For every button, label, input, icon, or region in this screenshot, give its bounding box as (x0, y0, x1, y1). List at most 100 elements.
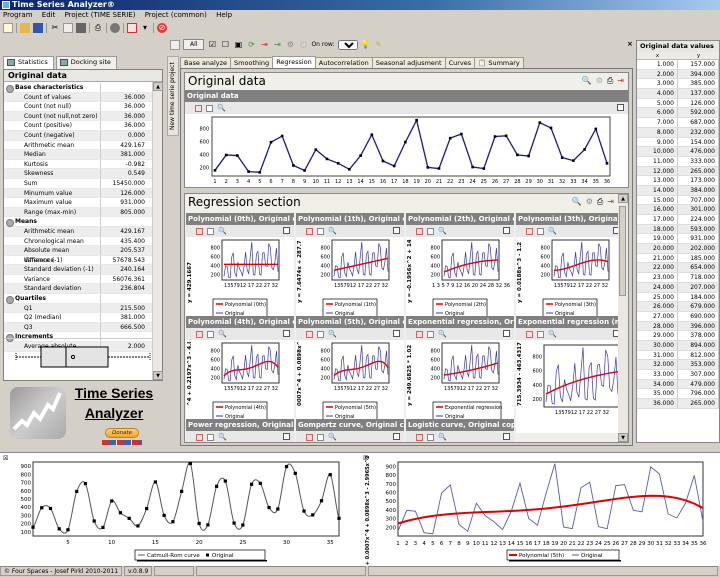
stats-row[interactable]: Range (max-min) 805.000 (4, 207, 153, 218)
zoom-icon[interactable]: 🔍 (328, 433, 337, 441)
table-row[interactable]: 8.000 232.000 (637, 127, 719, 138)
table-view-icon[interactable] (537, 330, 544, 338)
regression-scrollbar[interactable]: ▲ ▼ (618, 194, 628, 442)
cell-x[interactable]: 28.000 (637, 321, 678, 331)
chart-icon[interactable] (127, 23, 137, 33)
table-row[interactable]: 31.000 812.000 (637, 350, 719, 361)
cell-x[interactable]: 26.000 (637, 302, 678, 311)
cell-y[interactable]: 137.000 (678, 89, 719, 98)
cell-x[interactable]: 22.000 (637, 263, 678, 273)
cell-x[interactable]: 29.000 (637, 331, 678, 340)
stats-row[interactable]: Sum 15450.000 (4, 178, 153, 189)
stats-row[interactable]: Kurtosis -0.982 (4, 159, 153, 170)
cell-x[interactable]: 14.000 (637, 185, 678, 195)
select-checkbox[interactable] (393, 227, 400, 234)
table-row[interactable]: 10.000 476.000 (637, 147, 719, 157)
table-row[interactable]: 19.000 931.000 (637, 234, 719, 245)
cell-x[interactable]: 18.000 (637, 224, 678, 234)
cell-y[interactable]: 353.000 (678, 360, 719, 369)
add-row-icon[interactable]: ⇥ (272, 40, 282, 50)
table-view-icon[interactable] (207, 330, 214, 338)
table-row[interactable]: 12.000 265.000 (637, 166, 719, 177)
cell-y[interactable]: 593.000 (678, 224, 719, 234)
scroll-thumb[interactable] (619, 206, 626, 296)
table-row[interactable]: 14.000 384.000 (637, 185, 719, 196)
stats-row[interactable]: Count (not null,not zero) 36.000 (4, 111, 153, 122)
zoom-icon[interactable]: 🔍 (582, 76, 592, 86)
stats-group[interactable]: Means (4, 217, 153, 227)
cell-y[interactable]: 687.000 (678, 118, 719, 127)
table-row[interactable]: 25.000 184.000 (637, 292, 719, 303)
new-icon[interactable] (3, 23, 13, 33)
clean-icon[interactable]: ✎ (374, 40, 384, 50)
uncheck-all-icon[interactable]: ☐ (220, 40, 230, 50)
cut-icon[interactable]: ✂ (50, 23, 60, 33)
check-all-icon[interactable]: ☑ (207, 40, 217, 50)
menu-help[interactable]: Help (216, 11, 232, 19)
cell-y[interactable]: 384.000 (678, 185, 719, 195)
export-icon[interactable]: ⇥ (617, 76, 624, 86)
cell-y[interactable]: 202.000 (678, 244, 719, 253)
cell-x[interactable]: 8.000 (637, 127, 678, 137)
save-icon[interactable] (33, 23, 43, 33)
cell-x[interactable]: 23.000 (637, 273, 678, 282)
table-row[interactable]: 35.000 796.000 (637, 389, 719, 400)
on-row-select[interactable]: 4 (337, 39, 358, 50)
cell-y[interactable]: 184.000 (678, 292, 719, 302)
cell-x[interactable]: 17.000 (637, 215, 678, 224)
zoom-icon[interactable]: 🔍 (438, 433, 447, 441)
cell-x[interactable]: 33.000 (637, 370, 678, 379)
zoom-icon[interactable]: 🔍 (217, 104, 226, 112)
table-view-icon[interactable] (207, 227, 214, 235)
zoom-icon[interactable]: 🔍 (572, 197, 582, 207)
chart-view-icon[interactable] (306, 433, 313, 441)
cell-x[interactable]: 6.000 (637, 108, 678, 118)
tab-seasonal-adjusment[interactable]: Seasonal adjusment (371, 57, 446, 68)
cell-x[interactable]: 2.000 (637, 69, 678, 79)
bulb-icon[interactable]: 💡 (361, 40, 371, 50)
paste-icon[interactable] (76, 23, 86, 33)
table-row[interactable]: 33.000 307.000 (637, 370, 719, 380)
table-row[interactable]: 36.000 265.000 (637, 399, 719, 409)
cell-x[interactable]: 30.000 (637, 340, 678, 350)
select-checkbox[interactable] (503, 330, 510, 337)
tab-summary[interactable]: 📋 Summary (474, 57, 524, 68)
stats-row[interactable]: Skewness 0.549 (4, 169, 153, 179)
stats-row[interactable]: Maximum value 931.000 (4, 198, 153, 208)
stats-scrollbar[interactable]: ▲ ▼ (152, 82, 163, 380)
zoom-icon[interactable]: 🔍 (548, 227, 557, 235)
cell-x[interactable]: 11.000 (637, 156, 678, 166)
select-checkbox[interactable] (503, 433, 510, 440)
cell-x[interactable]: 31.000 (637, 350, 678, 360)
cell-y[interactable]: 232.000 (678, 127, 719, 137)
table-row[interactable]: 18.000 593.000 (637, 224, 719, 235)
cell-x[interactable]: 36.000 (637, 399, 678, 408)
bulb-off-icon[interactable]: ◌ (298, 40, 308, 50)
stats-row[interactable]: Variance (-1) 57678.543 (4, 255, 153, 266)
stats-row[interactable]: Arithmetic mean 429.167 (4, 140, 153, 151)
settings-icon[interactable]: ⚙ (586, 197, 593, 207)
settings-icon[interactable]: ⚙ (596, 76, 603, 86)
col-x-header[interactable]: x (637, 52, 678, 59)
cell-x[interactable]: 4.000 (637, 89, 678, 98)
print-icon[interactable]: ⎙ (607, 76, 613, 86)
table-row[interactable]: 29.000 378.000 (637, 331, 719, 341)
cell-x[interactable]: 27.000 (637, 311, 678, 321)
cell-y[interactable]: 894.000 (678, 340, 719, 350)
table-row[interactable]: 4.000 137.000 (637, 89, 719, 99)
cell-y[interactable]: 476.000 (678, 147, 719, 156)
stats-row[interactable]: Count (negative) 0.000 (4, 130, 153, 141)
cell-y[interactable]: 385.000 (678, 79, 719, 89)
table-row[interactable]: 34.000 479.000 (637, 379, 719, 390)
cell-y[interactable]: 394.000 (678, 69, 719, 79)
table-row[interactable]: 20.000 202.000 (637, 244, 719, 254)
stop-icon[interactable]: ⊘ (157, 23, 167, 33)
cell-y[interactable]: 333.000 (678, 156, 719, 166)
tab-regression[interactable]: Regression (272, 56, 316, 68)
table-view-icon[interactable] (427, 330, 434, 338)
chart-view-icon[interactable] (416, 330, 423, 338)
table-row[interactable]: 24.000 207.000 (637, 282, 719, 293)
cell-x[interactable]: 35.000 (637, 389, 678, 399)
select-checkbox[interactable] (393, 330, 400, 337)
chart-view-icon[interactable] (306, 330, 313, 338)
